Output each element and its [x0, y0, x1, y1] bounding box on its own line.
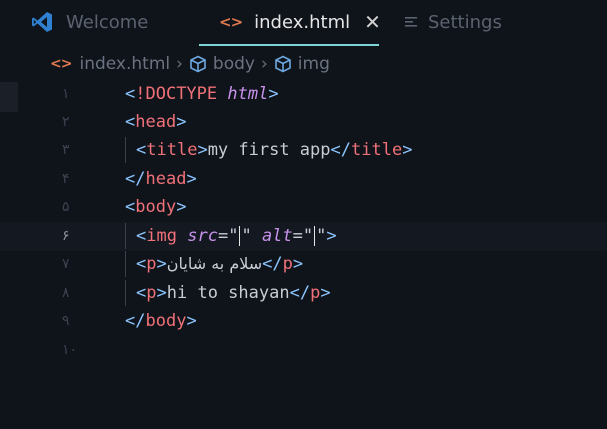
- vscode-icon: [32, 12, 52, 32]
- line-number: ۵: [62, 199, 70, 216]
- line-number: ٧: [62, 256, 70, 273]
- code-line[interactable]: ٢ <head>: [0, 108, 607, 137]
- code-line[interactable]: ١ <!DOCTYPE html>: [0, 80, 607, 109]
- line-number: ٩: [62, 313, 70, 330]
- code-line[interactable]: ۵ <body>: [0, 193, 607, 222]
- code-line[interactable]: ١٠: [0, 336, 607, 365]
- line-number: ١٠: [62, 342, 78, 359]
- code-line-current[interactable]: ۶ <img src=" " alt=" ">: [0, 222, 607, 251]
- code-line[interactable]: ٨ <p>hi to shayan</p>: [0, 279, 607, 308]
- indent-guide: [125, 251, 136, 278]
- line-number: ١: [62, 86, 70, 103]
- code-line[interactable]: ٣ <title>my first app</title>: [0, 136, 607, 165]
- chevron-right-icon: ›: [176, 54, 183, 74]
- line-number: ٢: [62, 114, 70, 131]
- tab-settings[interactable]: Settings: [404, 0, 502, 44]
- html-code-icon: <>: [50, 56, 72, 72]
- code-line[interactable]: ٧ <p>سلام به شایان</p>: [0, 250, 607, 279]
- tab-bar: Welcome <> index.html ✕ Settings: [0, 0, 607, 46]
- tab-label: Welcome: [66, 11, 149, 33]
- settings-icon: [405, 17, 417, 27]
- breadcrumb: <> index.html › body › img: [0, 50, 330, 78]
- cube-icon: [274, 55, 291, 73]
- close-icon[interactable]: ✕: [364, 10, 381, 34]
- code-line[interactable]: ٩ </body>: [0, 307, 607, 336]
- indent-guide: [125, 280, 136, 307]
- chevron-right-icon: ›: [260, 54, 268, 74]
- text-cursor: [314, 226, 316, 247]
- tab-label: index.html: [254, 11, 351, 33]
- cube-icon: [190, 55, 206, 73]
- line-number: ٣: [62, 142, 70, 159]
- tab-label: Settings: [428, 11, 502, 33]
- breadcrumb-item-file[interactable]: index.html: [79, 54, 170, 74]
- active-tab-indicator: [199, 44, 379, 46]
- breadcrumb-item-img[interactable]: img: [298, 54, 330, 74]
- code-line[interactable]: ۴ </head>: [0, 165, 607, 194]
- line-number: ۴: [62, 171, 70, 188]
- line-number: ۶: [62, 228, 70, 245]
- breadcrumb-item-body[interactable]: body: [213, 54, 255, 74]
- html-code-icon: <>: [219, 13, 243, 31]
- tab-index-html[interactable]: <> index.html ✕: [199, 0, 381, 44]
- indent-guide: [125, 223, 136, 250]
- tab-welcome[interactable]: Welcome: [30, 0, 148, 44]
- line-number: ٨: [62, 285, 70, 302]
- indent-guide: [125, 137, 136, 164]
